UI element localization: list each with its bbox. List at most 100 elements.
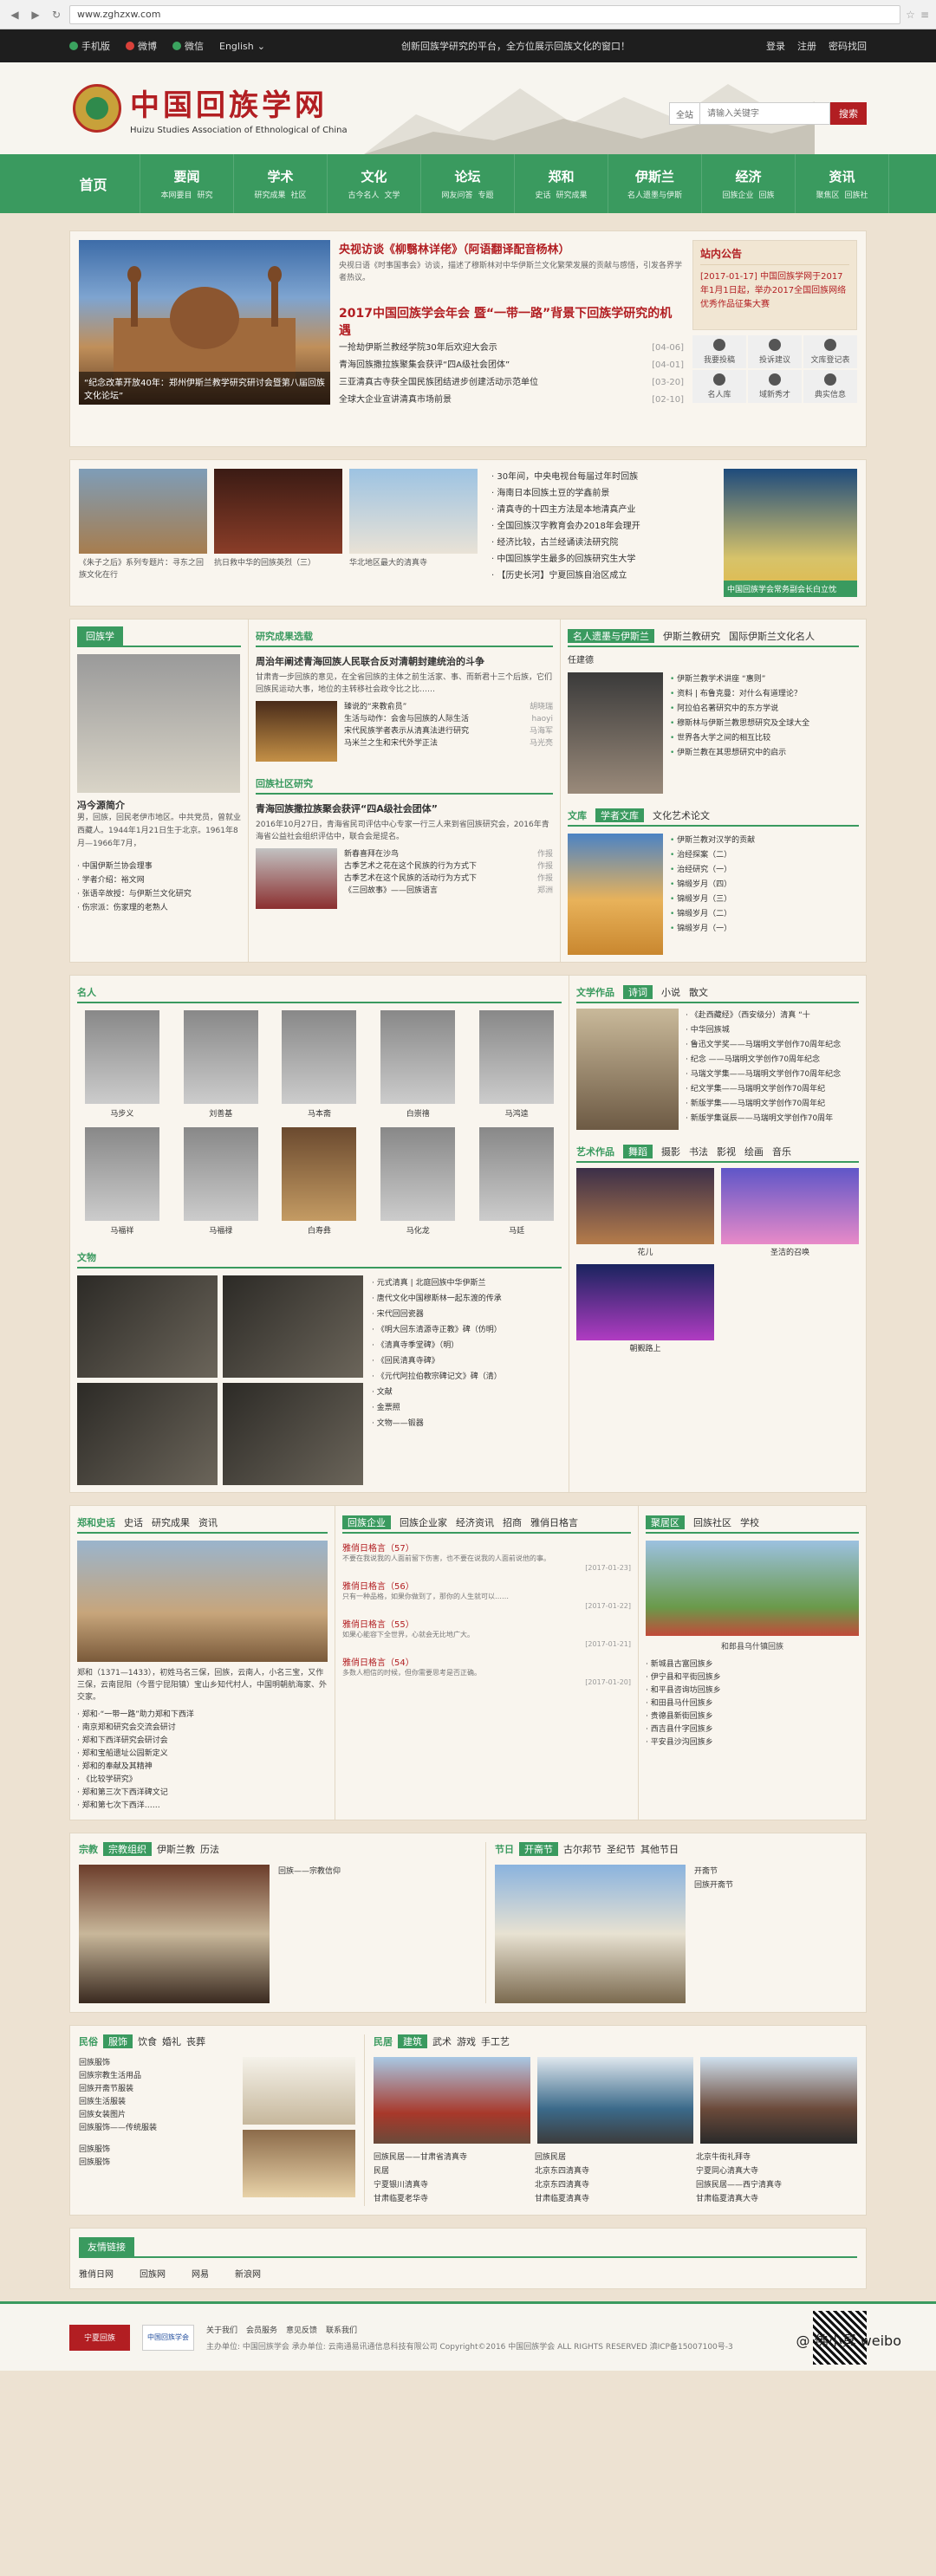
list-item[interactable]: 锦缎岁月（二） [670, 907, 859, 922]
person-card[interactable]: 马福祥 [77, 1127, 167, 1236]
notice-text[interactable]: [2017-01-17] 中国回族学网于2017年1月1日起，举办2017全国回… [700, 270, 849, 312]
list-item[interactable]: 全球大企业宣讲清真市场前景 [02-10] [339, 392, 684, 409]
feedback-button[interactable]: 投诉建议 [748, 335, 802, 368]
footer-logo[interactable]: 宁夏回族 [69, 2324, 130, 2351]
list-item[interactable]: 新版学集诞辰——马瑞明文学创作70周年 [686, 1112, 859, 1126]
nav-islam[interactable]: 伊斯兰 名人遗墨与伊斯 [608, 154, 702, 213]
list-item[interactable]: 《回民清真寺碑》 [372, 1353, 562, 1369]
search-button[interactable]: 搜索 [830, 102, 867, 125]
list-item[interactable]: 和平县咨询坊回族乡 [646, 1684, 859, 1697]
login-link[interactable]: 登录 [766, 39, 785, 53]
person-card[interactable]: 白寿彝 [275, 1127, 365, 1236]
festival-title[interactable]: 节日 [495, 1842, 514, 1856]
tab-eid[interactable]: 开斋节 [519, 1842, 558, 1856]
list-item[interactable]: 伤宗派：伤家理的老熟人 [77, 901, 241, 915]
menu-icon[interactable]: ≡ [920, 9, 929, 21]
custom-image[interactable] [243, 2057, 355, 2125]
list-item[interactable]: 回族宗教生活用品 [79, 2070, 236, 2083]
tab-game[interactable]: 游戏 [457, 2034, 476, 2048]
tab-results[interactable]: 研究成果 [152, 1515, 190, 1529]
list-item[interactable]: 甘肃临夏清真寺 [535, 2192, 696, 2206]
friend-link[interactable]: 回族网 [140, 2267, 166, 2280]
research-title[interactable]: 研究成果选载 [256, 629, 313, 643]
list-item[interactable]: 郑和·“一带一路”助力郑和下西洋 [77, 1709, 328, 1722]
nav-home[interactable]: 首页 [47, 154, 140, 213]
community-headline[interactable]: 青海回族撒拉族聚会获评“四A级社会团体” [256, 801, 553, 815]
people-title[interactable]: 名人 [77, 985, 96, 999]
artifact-image[interactable] [77, 1275, 218, 1378]
tab-mawlid[interactable]: 圣纪节 [607, 1842, 635, 1856]
zhenghe-title[interactable]: 郑和史话 [77, 1515, 115, 1529]
tab-history[interactable]: 史话 [124, 1515, 143, 1529]
tab-film[interactable]: 影视 [717, 1145, 736, 1158]
tab-community[interactable]: 回族社区 [693, 1515, 731, 1529]
search-scope-select[interactable]: 全站 [669, 102, 700, 125]
gallery-item[interactable]: 华北地区最大的清真寺 [349, 469, 478, 569]
artwork-card[interactable]: 朝觐路上 [576, 1264, 714, 1353]
list-item[interactable]: 中国伊斯兰协会理事 [77, 860, 241, 873]
list-item[interactable]: 学者介绍：裕文网 [77, 873, 241, 887]
tab-prose[interactable]: 散文 [689, 985, 708, 999]
info-button[interactable]: 典实信息 [803, 370, 857, 403]
list-item[interactable]: 资料 | 布鲁克曼：对什么有道理论？ [670, 687, 859, 702]
contact-link[interactable]: 联系我们 [326, 2324, 357, 2335]
list-item[interactable]: 新春喜拜在沙鸟 作报 [344, 848, 553, 860]
people-button[interactable]: 名人库 [692, 370, 746, 403]
list-item[interactable]: 宋代民族学者表示从清真法进行研究 马海军 [344, 725, 553, 737]
list-item[interactable]: 平安县沙沟回族乡 [646, 1736, 859, 1749]
headline-2[interactable]: 2017中国回族学会年会 暨“一带一路”背景下回族学研究的机遇 [339, 305, 684, 340]
list-item[interactable]: 伊斯兰教在其思想研究中的启示 [670, 746, 859, 761]
site-logo[interactable]: 中国回族学网 Huizu Studies Association of Ethn… [73, 81, 348, 135]
juji-image[interactable] [646, 1541, 859, 1636]
list-item[interactable]: 三亚清真古寺获全国民族团结进步创建活动示范单位 [03-20] [339, 374, 684, 392]
list-item[interactable]: 雅俏日格言（57） 不要在我说我的人面前留下伤害，也不要在说我的人面前说他的事。[… [342, 1541, 631, 1572]
list-item[interactable]: 郑和第三次下西洋碑文记 [77, 1787, 328, 1800]
list-item[interactable]: 《元代阿拉伯教宗碑记文》碑（清） [372, 1369, 562, 1385]
person-card[interactable]: 马福禄 [176, 1127, 266, 1236]
feature-image[interactable]: “纪念改革开放40年：郑州伊斯兰教学研究研讨会暨第八届回族文化论坛” [79, 240, 330, 405]
list-item[interactable]: 锦缎岁月（一） [670, 922, 859, 937]
tab-quote[interactable]: 雅俏日格言 [530, 1515, 578, 1529]
list-item[interactable]: 回族——宗教信仰 [278, 1865, 341, 1878]
tag-huizu[interactable]: 回族学 [77, 626, 123, 646]
research-image[interactable] [256, 701, 337, 762]
wenku-image[interactable] [568, 834, 663, 955]
address-bar[interactable]: www.zghzxw.com [69, 4, 901, 24]
weibo-link[interactable]: 微博 [126, 39, 157, 53]
footer-logo[interactable]: 中国回族学会 [142, 2324, 194, 2351]
tab-food[interactable]: 饮食 [138, 2034, 157, 2048]
tab-mingren[interactable]: 名人遗墨与伊斯兰 [568, 629, 654, 643]
list-item[interactable]: 新版学集——马瑞明文学创作70周年纪 [686, 1097, 859, 1112]
register-link[interactable]: 注册 [797, 39, 816, 53]
list-item[interactable]: 马瑞文学集——马瑞明文学创作70周年纪念 [686, 1067, 859, 1082]
tab-wedding[interactable]: 婚礼 [162, 2034, 181, 2048]
list-item[interactable]: 回族生活服装 [79, 2096, 236, 2109]
custom-title[interactable]: 民俗 [79, 2034, 98, 2048]
member-link[interactable]: 会员服务 [246, 2324, 277, 2335]
password-link[interactable]: 密码找回 [829, 39, 867, 53]
back-icon[interactable]: ◀ [7, 7, 23, 23]
list-item[interactable]: 开斋节 [694, 1865, 733, 1878]
list-item[interactable]: 郑和下西洋研究会研讨会 [77, 1735, 328, 1748]
list-item[interactable]: 中国回族学生最多的回族研究生大学 [491, 551, 717, 568]
list-item[interactable]: 治经研究（一） [670, 863, 859, 878]
literature-title[interactable]: 文学作品 [576, 985, 614, 999]
tab-dance[interactable]: 舞蹈 [623, 1145, 653, 1158]
gallery-item[interactable]: 《朱子之后》系列专题片：寻东之回族文化在行 [79, 469, 207, 581]
list-item[interactable]: 宁夏银川清真寺 [374, 2178, 535, 2192]
search-input[interactable] [700, 102, 830, 125]
list-item[interactable]: 新城县古富回族乡 [646, 1658, 859, 1671]
list-item[interactable]: 一抢劫伊斯兰教经学院30年后欢迎大会示 [04-06] [339, 340, 684, 357]
tab-korban[interactable]: 古尔邦节 [563, 1842, 601, 1856]
person-card[interactable]: 马本斋 [275, 1010, 365, 1119]
list-item[interactable]: 海南日本回族土豆的学鑫前景 [491, 485, 717, 502]
nav-forum[interactable]: 论坛 网友问答 专题 [421, 154, 515, 213]
list-item[interactable]: 清真寺的十四主方法是本地清真产业 [491, 502, 717, 518]
registry-button[interactable]: 文库登记表 [803, 335, 857, 368]
tab-org[interactable]: 宗教组织 [103, 1842, 152, 1856]
wenku-title[interactable]: 文库 [568, 808, 587, 822]
artifact-image[interactable] [223, 1275, 363, 1378]
artwork-card[interactable]: 圣洁的召唤 [721, 1168, 859, 1257]
tab-funeral[interactable]: 丧葬 [186, 2034, 205, 2048]
list-item[interactable]: 《三回故事》——回族语言 郑洲 [344, 885, 553, 897]
